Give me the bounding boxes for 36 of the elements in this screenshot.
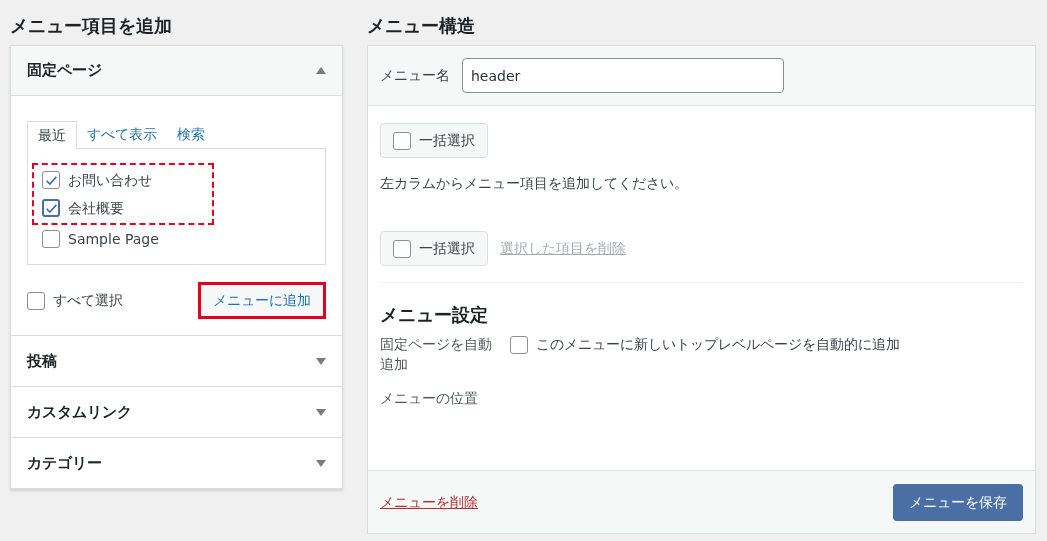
tab[interactable]: すべて表示 (77, 120, 167, 148)
checkbox[interactable] (42, 199, 60, 217)
add-to-menu-button[interactable]: メニューに追加 (198, 282, 326, 319)
panel-heading: メニュー項目を追加 (10, 13, 173, 38)
menu-name-label: メニュー名 (380, 66, 450, 85)
section-title[interactable]: カスタムリンク (27, 400, 132, 424)
checkbox[interactable] (393, 239, 411, 258)
auto-add-label: 固定ページを自動追加 (380, 335, 493, 374)
menu-name-field[interactable]: header (462, 58, 784, 93)
section-title[interactable]: 固定ページ (27, 59, 102, 82)
section-title[interactable]: 投稿 (27, 349, 57, 373)
tab[interactable]: 最近 (27, 121, 77, 149)
checkbox[interactable] (393, 131, 411, 150)
bulk-select-button[interactable]: 一括選択 (380, 231, 488, 266)
checkbox[interactable] (27, 291, 45, 310)
tab[interactable]: 検索 (167, 120, 215, 148)
instruction-text: 左カラムからメニュー項目を追加してください。 (380, 174, 689, 193)
menu-location-label: メニューの位置 (380, 389, 479, 408)
save-menu-button[interactable]: メニューを保存 (893, 483, 1023, 521)
panel-heading: メニュー構造 (367, 13, 476, 38)
expand-arrow-icon[interactable] (316, 357, 326, 365)
section-title[interactable]: カテゴリー (27, 451, 102, 475)
expand-arrow-icon[interactable] (316, 459, 326, 467)
page-option-label: お問い合わせ (68, 170, 152, 190)
checkbox[interactable] (510, 335, 528, 354)
expand-arrow-icon[interactable] (316, 408, 326, 416)
checkbox[interactable] (42, 230, 60, 248)
bulk-select-button[interactable]: 一括選択 (380, 123, 488, 158)
checkbox[interactable] (42, 171, 60, 189)
settings-heading: メニュー設定 (380, 303, 489, 327)
auto-add-option-label: このメニューに新しいトップレベルページを自動的に追加 (536, 335, 900, 354)
select-all-label: すべて選択 (53, 291, 123, 310)
delete-menu-link[interactable]: メニューを削除 (380, 491, 478, 513)
page-option-label: Sample Page (68, 229, 159, 249)
page-option-label: 会社概要 (68, 198, 124, 218)
collapse-arrow-icon[interactable] (316, 67, 326, 74)
